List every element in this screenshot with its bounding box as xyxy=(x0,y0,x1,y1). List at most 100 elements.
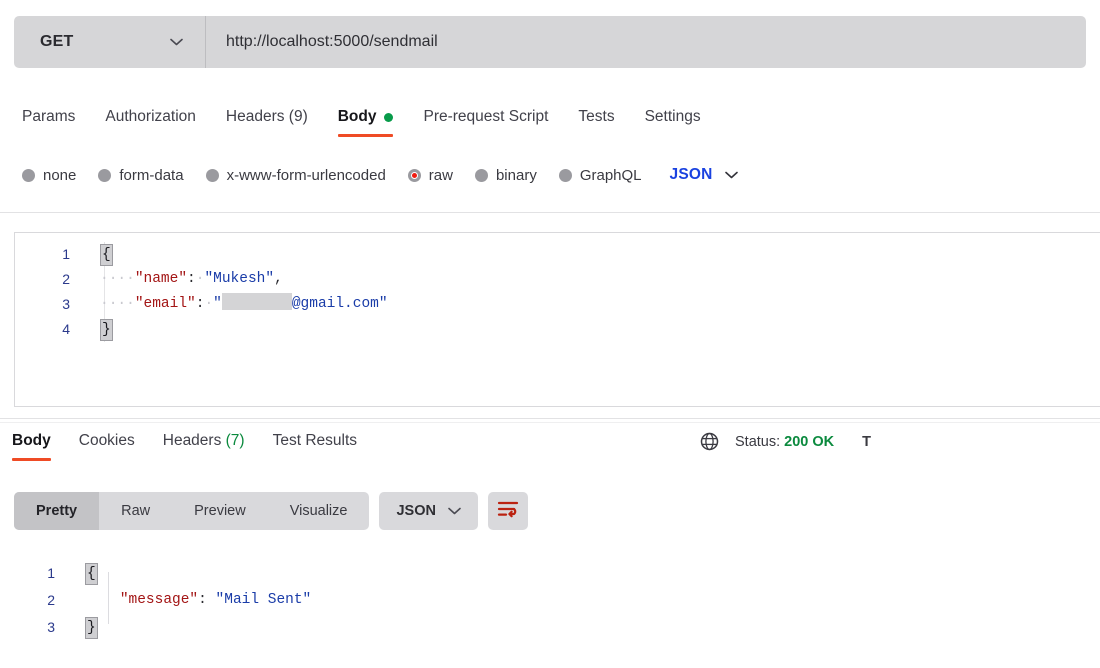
code-line: 4 } xyxy=(15,317,1100,342)
line-number: 2 xyxy=(47,592,55,608)
http-method-label: GET xyxy=(40,33,74,50)
response-status-area: Status: 200 OK T xyxy=(700,432,871,451)
json-colon: : xyxy=(187,271,196,287)
status-badge: Status: 200 OK xyxy=(735,434,834,450)
json-key: "name" xyxy=(134,271,188,287)
body-type-none-label: none xyxy=(43,166,77,184)
tab-body[interactable]: Body xyxy=(337,108,411,137)
body-type-urlencoded-label: x-www-form-urlencoded xyxy=(226,166,386,184)
line-content: } xyxy=(87,317,113,342)
status-label: Status: xyxy=(735,433,781,450)
line-number: 1 xyxy=(62,246,70,262)
response-view-preview[interactable]: Preview xyxy=(172,492,268,530)
line-content: { xyxy=(72,560,98,587)
response-code-area: 1 { 2 "message": "Mail Sent" 3 } xyxy=(0,552,1100,641)
request-code-area: 1 { 2 ····"name":·"Mukesh", 3 ····"email… xyxy=(15,233,1100,342)
tab-authorization[interactable]: Authorization xyxy=(105,108,212,137)
line-content: { xyxy=(87,242,113,267)
body-type-graphql[interactable]: GraphQL xyxy=(558,166,642,184)
response-view-raw[interactable]: Raw xyxy=(99,492,172,530)
redacted-email-block xyxy=(221,293,292,310)
radio-icon xyxy=(205,168,219,182)
code-line: 1 { xyxy=(15,242,1100,267)
radio-selected-icon xyxy=(407,168,421,182)
code-line: 2 "message": "Mail Sent" xyxy=(0,587,1100,614)
url-input[interactable]: http://localhost:5000/sendmail xyxy=(206,16,1086,68)
tab-tests[interactable]: Tests xyxy=(578,108,631,137)
code-line: 3 ····"email":·" @gmail.com" xyxy=(15,292,1100,317)
response-tab-body[interactable]: Body xyxy=(12,432,51,461)
code-line: 1 { xyxy=(0,560,1100,587)
json-value-prefix: " xyxy=(213,296,222,312)
response-tab-body-label: Body xyxy=(12,432,51,449)
indent-dots: ···· xyxy=(100,271,135,287)
active-tab-underline xyxy=(337,134,394,137)
brace-open: { xyxy=(100,244,113,266)
line-number: 3 xyxy=(62,296,70,312)
tab-authorization-label: Authorization xyxy=(105,108,196,125)
divider-above-response-2 xyxy=(0,422,1100,423)
line-number: 1 xyxy=(47,565,55,581)
body-type-form-data[interactable]: form-data xyxy=(98,166,184,184)
chevron-down-icon xyxy=(448,507,461,515)
code-line: 3 } xyxy=(0,614,1100,641)
tab-tests-label: Tests xyxy=(578,108,615,125)
radio-icon xyxy=(22,168,35,182)
radio-icon xyxy=(98,168,112,182)
body-type-form-data-label: form-data xyxy=(119,166,184,184)
response-view-pretty[interactable]: Pretty xyxy=(14,492,100,530)
globe-icon xyxy=(700,432,719,451)
body-type-binary-label: binary xyxy=(495,166,537,184)
tab-params[interactable]: Params xyxy=(22,108,92,137)
response-tab-test-results[interactable]: Test Results xyxy=(273,432,357,461)
brace-open: { xyxy=(85,563,98,585)
raw-format-selector[interactable]: JSON xyxy=(670,166,738,184)
response-tab-headers[interactable]: Headers (7) xyxy=(163,432,245,461)
request-body-editor[interactable]: 1 { 2 ····"name":·"Mukesh", 3 ····"email… xyxy=(14,232,1100,407)
tab-settings[interactable]: Settings xyxy=(645,108,718,137)
tab-pre-request-script[interactable]: Pre-request Script xyxy=(423,108,565,137)
tab-pre-request-script-label: Pre-request Script xyxy=(423,108,549,125)
line-number: 4 xyxy=(62,321,70,337)
json-key: "message" xyxy=(119,592,199,608)
chevron-down-icon xyxy=(170,38,183,46)
request-url-bar: GET http://localhost:5000/sendmail xyxy=(14,16,1086,68)
body-type-urlencoded[interactable]: x-www-form-urlencoded xyxy=(205,166,386,184)
divider-above-response xyxy=(0,418,1100,419)
line-content: ····"name":·"Mukesh", xyxy=(87,267,283,292)
response-tab-test-results-label: Test Results xyxy=(272,432,358,449)
response-tab-cookies[interactable]: Cookies xyxy=(79,432,135,461)
json-comma: , xyxy=(274,271,283,287)
body-type-raw[interactable]: raw xyxy=(407,166,453,184)
tab-settings-label: Settings xyxy=(644,108,701,125)
chevron-down-icon xyxy=(724,171,738,179)
response-gutter-separator xyxy=(108,572,109,624)
json-key: "email" xyxy=(134,296,196,312)
tab-headers[interactable]: Headers (9) xyxy=(226,108,325,137)
response-format-selector[interactable]: JSON xyxy=(379,492,478,530)
space-dot: · xyxy=(204,296,214,312)
json-value: "Mail Sent" xyxy=(215,592,312,608)
brace-close: } xyxy=(100,319,113,341)
response-view-raw-label: Raw xyxy=(121,503,151,519)
request-tab-bar: Params Authorization Headers (9) Body Pr… xyxy=(22,108,731,137)
tab-headers-label: Headers (9) xyxy=(225,108,308,125)
body-type-raw-label: raw xyxy=(428,166,453,184)
json-value-suffix: @gmail.com" xyxy=(291,296,388,312)
indent-dots: ···· xyxy=(100,296,135,312)
response-view-visualize[interactable]: Visualize xyxy=(268,492,370,530)
response-body-viewer[interactable]: 1 { 2 "message": "Mail Sent" 3 } xyxy=(0,552,1100,668)
line-content: } xyxy=(72,614,98,641)
http-method-selector[interactable]: GET xyxy=(14,16,206,68)
code-line: 2 ····"name":·"Mukesh", xyxy=(15,267,1100,292)
body-type-none[interactable]: none xyxy=(22,167,76,184)
json-colon: : xyxy=(198,592,216,608)
response-format-label: JSON xyxy=(396,503,436,519)
brace-close: } xyxy=(85,617,98,639)
wrap-text-icon xyxy=(497,500,519,523)
body-type-graphql-label: GraphQL xyxy=(579,166,642,184)
response-view-visualize-label: Visualize xyxy=(289,503,348,519)
tab-body-label: Body xyxy=(337,108,377,125)
body-type-binary[interactable]: binary xyxy=(474,166,537,184)
wrap-text-button[interactable] xyxy=(487,492,528,530)
